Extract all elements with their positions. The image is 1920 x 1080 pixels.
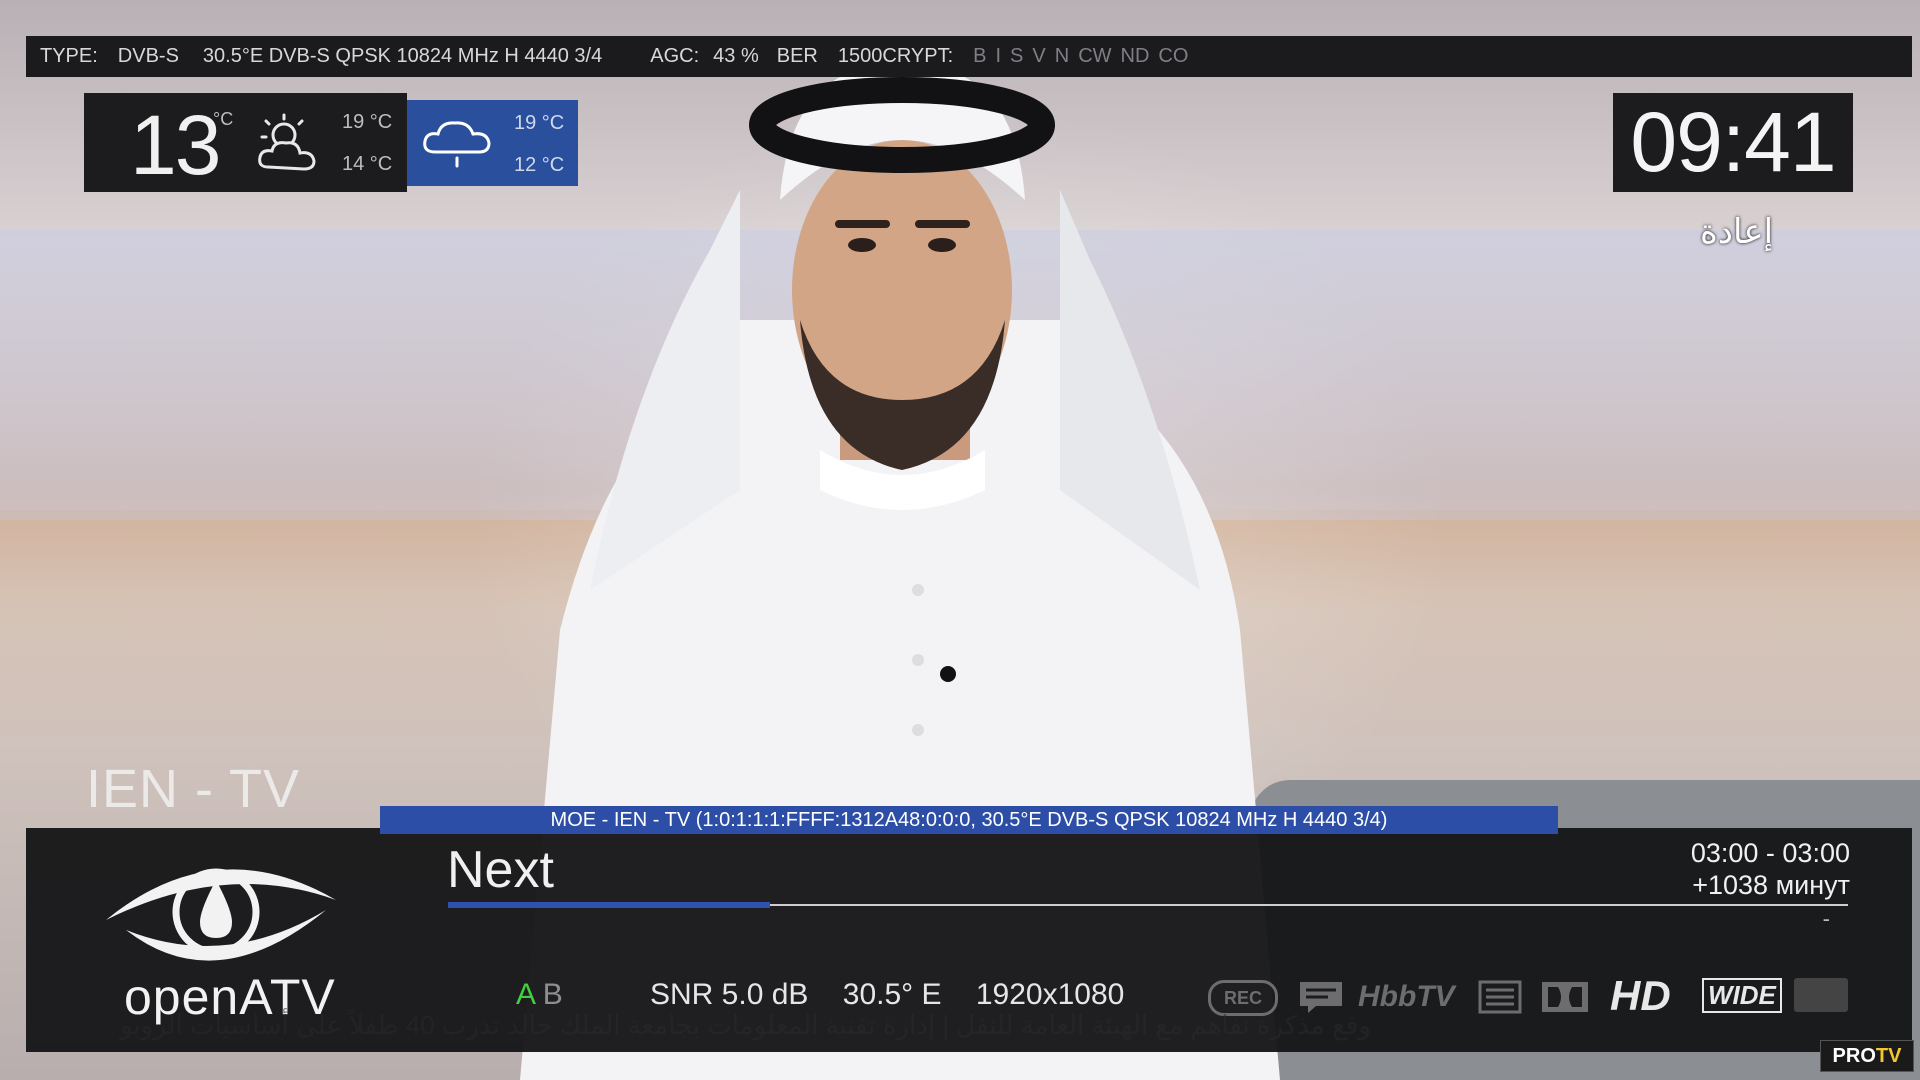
event-title: Next xyxy=(447,841,554,899)
openatv-eye-logo-icon xyxy=(106,868,336,961)
teletext-icon xyxy=(1478,980,1522,1014)
widescreen-badge: WIDE xyxy=(1702,978,1782,1013)
technical-info: SNR 5.0 dB 30.5° E 1920x1080 xyxy=(650,978,1150,1012)
service-reference-line: MOE - IEN - TV (1:0:1:1:1:FFFF:1312A48:0… xyxy=(380,806,1558,834)
event-progress-fill xyxy=(448,902,770,908)
forecast-low: 12 °C xyxy=(514,154,565,176)
dolby-icon xyxy=(1542,982,1588,1012)
agc-value: 43 % xyxy=(713,45,759,67)
broadcaster-logo: إعادة xyxy=(1700,213,1774,251)
event-remaining: +1038 минут xyxy=(1692,870,1850,900)
crypt-system: CO xyxy=(1158,45,1189,67)
current-temperature: 13 xyxy=(130,98,221,192)
audio-track-indicator: A B xyxy=(516,978,563,1012)
channel-name: IEN - TV xyxy=(86,759,301,819)
crypt-system: CW xyxy=(1078,45,1112,67)
weather-current-panel: 13 °C 19 °C 14 °C xyxy=(84,93,407,192)
clock: 09:41 xyxy=(1613,93,1853,192)
today-low: 14 °C xyxy=(342,153,393,175)
crypt-system: N xyxy=(1054,45,1070,67)
hbbtv-badge: HbbTV xyxy=(1358,980,1455,1013)
event-progress-bar xyxy=(448,902,1848,908)
protv-watermark: PROTV xyxy=(1820,1040,1914,1072)
event-extra: - xyxy=(1822,906,1830,931)
orbital-position: 30.5° E xyxy=(842,978,942,1011)
temperature-unit: °C xyxy=(213,109,234,129)
audio-track-b: B xyxy=(542,978,563,1011)
watermark-tv: TV xyxy=(1875,1045,1902,1067)
forecast-high: 19 °C xyxy=(514,112,565,134)
crypt-system-list: B I S V N CW ND CO xyxy=(973,45,1197,68)
crypt-system: B xyxy=(973,45,987,67)
ber-value: 1500 xyxy=(837,45,883,67)
transponder-info: 30.5°E DVB-S QPSK 10824 MHz H 4440 3/4 xyxy=(202,45,603,67)
video-resolution: 1920x1080 xyxy=(975,978,1125,1011)
crypt-system: S xyxy=(1010,45,1024,67)
agc-label: AGC: xyxy=(650,45,700,67)
news-ticker: وقع مذكرة تفاهم مع الهيئة العامة للنقل |… xyxy=(120,1010,1371,1040)
audio-track-a: A xyxy=(516,978,535,1011)
partly-cloudy-icon xyxy=(258,113,316,171)
signal-info-bar: TYPE: DVB-S 30.5°E DVB-S QPSK 10824 MHz … xyxy=(26,36,1912,77)
resolution-indicator-icon xyxy=(1794,978,1848,1012)
subtitle-icon xyxy=(1300,982,1342,1013)
today-high: 19 °C xyxy=(342,111,393,133)
rain-cloud-icon xyxy=(423,121,491,168)
weather-forecast-panel: 19 °C 12 °C xyxy=(407,100,578,186)
event-time-range: 03:00 - 03:00 xyxy=(1690,838,1850,868)
crypt-system: I xyxy=(995,45,1002,67)
crypt-system: ND xyxy=(1120,45,1150,67)
crypt-label: CRYPT: xyxy=(882,45,954,67)
crypt-system: V xyxy=(1032,45,1046,67)
type-label: TYPE: xyxy=(40,45,98,67)
type-value: DVB-S xyxy=(117,45,179,67)
hd-badge: HD xyxy=(1610,972,1671,1019)
watermark-pro: PRO xyxy=(1832,1045,1876,1067)
snr-value: SNR 5.0 dB xyxy=(650,978,809,1011)
ber-label: BER xyxy=(776,45,818,67)
